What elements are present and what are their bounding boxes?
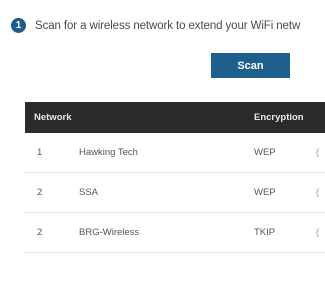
scan-button[interactable]: Scan [211,53,290,78]
network-row[interactable]: 2 SSA WEP ( [25,173,325,213]
step-number-icon: 1 [11,18,26,33]
row-index: 1 [37,147,43,158]
network-encryption: WEP [254,147,276,158]
network-encryption: TKIP [254,227,276,238]
network-encryption: WEP [254,187,276,198]
extender-setup-page: 1 Scan for a wireless network to extend … [0,0,325,286]
scan-step: 1 Scan for a wireless network to extend … [11,18,300,33]
table-header: Network Encryption [25,102,325,133]
row-edge-value: ( [315,187,319,198]
network-name: SSA [79,187,99,198]
step-instruction: Scan for a wireless network to extend yo… [35,19,301,32]
row-index: 2 [37,187,43,198]
network-row[interactable]: 1 Hawking Tech WEP ( [25,133,325,173]
row-edge-value: ( [315,227,319,238]
row-edge-value: ( [315,147,319,158]
network-row[interactable] [25,253,325,286]
network-row[interactable]: 2 BRG-Wireless TKIP ( [25,213,325,253]
network-name: Hawking Tech [79,147,138,158]
row-index: 2 [37,227,43,238]
network-name: BRG-Wireless [79,227,140,238]
column-header-network: Network [34,112,72,123]
network-table: Network Encryption 1 Hawking Tech WEP ( … [25,102,325,286]
column-header-encryption: Encryption [254,112,304,123]
